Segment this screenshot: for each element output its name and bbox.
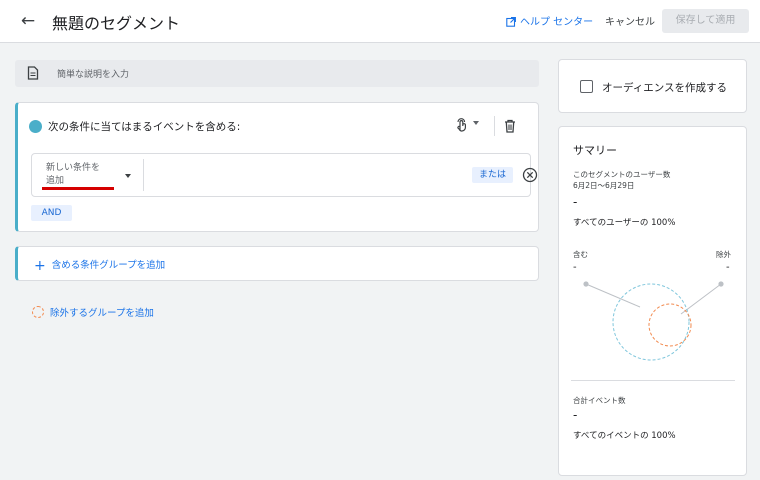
- add-exclude-group-label: 除外するグループを追加: [50, 308, 154, 319]
- or-button[interactable]: または: [472, 167, 513, 183]
- description-input[interactable]: 簡単な説明を入力: [15, 60, 539, 87]
- include-circle: [612, 283, 690, 361]
- help-center-link[interactable]: ヘルプ センター: [506, 13, 593, 28]
- users-value: -: [573, 195, 578, 209]
- scope-dropdown-icon[interactable]: [473, 121, 479, 125]
- add-include-group-label: 含める条件グループを追加: [51, 260, 166, 271]
- events-percent: すべてのイベントの 100%: [573, 431, 676, 441]
- touch-icon[interactable]: [455, 117, 469, 133]
- description-placeholder: 簡単な説明を入力: [57, 70, 130, 80]
- include-leader-dot: [583, 281, 589, 287]
- condition-row: 新しい条件を追加 または: [31, 153, 538, 197]
- events-label: 合計イベント数: [573, 396, 626, 405]
- top-bar: ← 無題のセグメント ヘルプ センター キャンセル 保存して適用: [0, 0, 760, 43]
- checkbox-icon[interactable]: [580, 80, 593, 93]
- trash-icon[interactable]: [504, 119, 516, 133]
- help-center-label: ヘルプ センター: [520, 17, 594, 28]
- summary-panel: サマリー このセグメントのユーザー数 6月2日〜6月29日 - すべてのユーザー…: [558, 126, 747, 476]
- chevron-down-icon: [125, 174, 131, 178]
- back-arrow-icon[interactable]: ←: [18, 11, 38, 31]
- plus-icon: +: [34, 258, 46, 274]
- open-in-new-icon: [506, 17, 516, 27]
- cancel-button[interactable]: キャンセル: [605, 13, 655, 28]
- exclude-label: 除外: [716, 250, 731, 259]
- users-label: このセグメントのユーザー数: [573, 170, 671, 179]
- condition-group-title: 次の条件に当てはまるイベントを含める:: [48, 121, 241, 133]
- exclude-circle: [648, 303, 692, 347]
- users-percent: すべてのユーザーの 100%: [573, 218, 676, 228]
- venn-diagram: [583, 281, 724, 361]
- events-value: -: [573, 408, 578, 422]
- new-condition-dropdown[interactable]: 新しい条件を追加: [46, 162, 108, 188]
- create-audience-label[interactable]: オーディエンスを作成する: [602, 80, 727, 95]
- exclude-leader-dot: [718, 281, 724, 287]
- close-circle-icon[interactable]: [522, 167, 538, 183]
- divider: [571, 380, 735, 381]
- page-title: 無題のセグメント: [52, 14, 181, 33]
- include-dot-icon: [29, 120, 42, 133]
- audience-card: オーディエンスを作成する: [558, 59, 747, 113]
- highlight-underline: [42, 187, 114, 190]
- include-label: 含む: [573, 250, 588, 259]
- include-condition-group: 次の条件に当てはまるイベントを含める: 新しい条件を追加 または AND: [15, 102, 539, 232]
- document-icon: [27, 66, 39, 80]
- dashed-circle-icon: [32, 306, 44, 318]
- include-leader-line: [585, 283, 641, 308]
- divider: [494, 116, 495, 136]
- save-apply-button[interactable]: 保存して適用: [662, 9, 749, 33]
- summary-title: サマリー: [573, 144, 617, 157]
- add-include-group-button[interactable]: + 含める条件グループを追加: [15, 246, 539, 281]
- add-exclude-group-button[interactable]: 除外するグループを追加: [32, 305, 154, 319]
- date-range: 6月2日〜6月29日: [573, 181, 635, 190]
- divider: [143, 159, 144, 191]
- and-button[interactable]: AND: [31, 205, 72, 221]
- add-include-group: + 含める条件グループを追加: [34, 257, 165, 274]
